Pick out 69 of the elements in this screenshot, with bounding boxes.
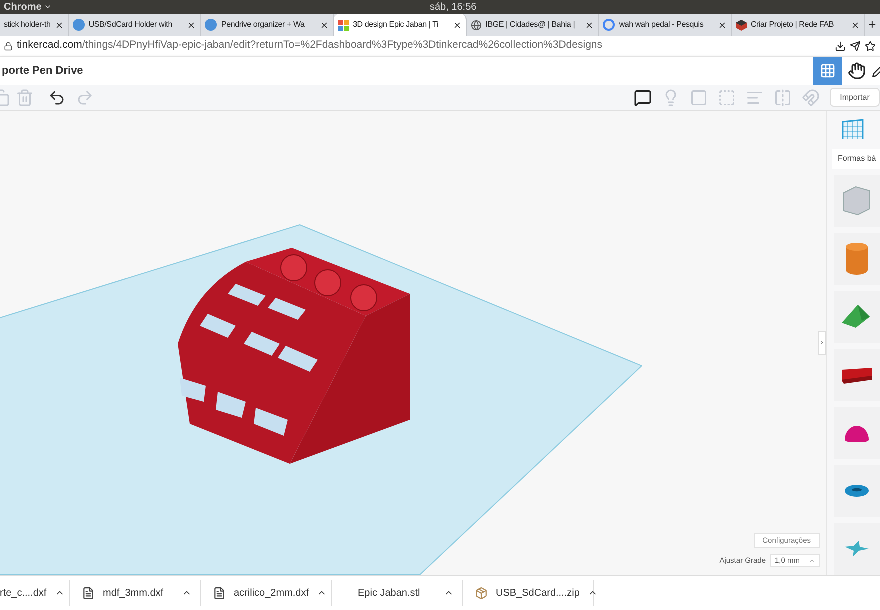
site-icon [205,19,218,31]
lock-icon [4,42,13,50]
file-icon [82,586,95,600]
tab-title: 3D design Epic Jaban | Ti [353,19,440,31]
grid-panel-icon[interactable] [842,119,864,139]
half-sphere-shape-icon [844,424,870,442]
undo-icon[interactable] [48,88,66,106]
shape-tile[interactable] [834,465,880,517]
archive-icon [475,586,488,600]
shape-tile[interactable] [834,349,880,401]
import-button[interactable]: Importar [830,88,880,107]
close-icon[interactable] [320,20,330,30]
download-item[interactable]: acrilico_2mm.dxf [201,580,332,606]
design-title[interactable]: porte Pen Drive [0,62,813,80]
download-item[interactable]: rte_c....dxf [0,580,70,606]
tab-title: Criar Projeto | Rede FAB [750,19,836,31]
close-icon[interactable] [54,20,64,30]
clock: sáb, 16:56 [430,0,477,14]
close-icon[interactable] [187,20,196,30]
torus-shape-icon [844,484,870,498]
shapes-category-header[interactable]: Formas bá [832,149,880,169]
file-name: acrilico_2mm.dxf [234,586,310,600]
tab-title: wah wah pedal - Pesquis [619,19,705,31]
cube-icon [736,20,747,30]
shape-tile[interactable] [834,523,880,575]
globe-icon [470,20,482,30]
tab-title: IBGE | Cidades@ | Bahia | [486,19,576,31]
send-icon[interactable] [850,40,861,52]
pen-drive-holder-model-drawing[interactable] [176,248,412,466]
shape-tile[interactable] [834,175,880,227]
file-name: USB_SdCard....zip [496,586,580,600]
grid-view-button[interactable] [813,56,842,86]
chevron-icon [819,339,825,347]
caret-icon [809,558,815,564]
download-item[interactable]: mdf_3mm.dxf [70,580,201,606]
close-icon[interactable] [850,20,860,30]
shape-tile[interactable] [834,407,880,459]
roof-shape-icon [842,305,872,329]
hand-icon[interactable] [848,62,866,80]
text-shape-icon [842,366,872,384]
caret-icon [44,3,52,11]
site-icon [72,19,85,31]
shape-tile[interactable] [834,291,880,343]
grid-icon [820,63,836,79]
bookmark-star-icon[interactable] [865,40,876,52]
cylinder-shape-icon [845,242,869,276]
new-tab-button[interactable]: + [864,14,880,36]
tab-title: USB/SdCard Holder with [88,19,174,31]
close-icon[interactable] [452,20,462,30]
app-menu[interactable]: Chrome [4,0,52,14]
download-item[interactable]: Epic Jaban.stl [332,580,463,606]
browser-tab[interactable]: 3D design Epic Jaban | Ti [334,14,467,36]
tab-title: stick holder-th [4,19,51,31]
file-name: mdf_3mm.dxf [103,586,165,600]
close-icon[interactable] [585,20,594,30]
box-shape-icon [842,185,872,217]
shape-tile[interactable] [834,233,880,285]
tiles-icon [338,20,350,30]
url-text[interactable]: tinkercad.com/things/4DPnyHfiVap-epic-jaban/edit?returnTo=%2Fdashboard%3Ftype%3Dtinkercad%26collection%3Ddesigns [17,38,831,54]
star-shape-icon [845,541,869,557]
file-name: Epic Jaban.stl [357,586,422,600]
notes-icon[interactable] [634,88,652,106]
close-icon[interactable] [718,20,727,30]
g-logo-icon [603,19,616,31]
download-item[interactable]: USB_SdCard....zip [463,580,594,606]
file-icon [213,586,226,600]
file-name: rte_c....dxf [0,586,47,600]
install-icon[interactable] [835,40,846,52]
tab-title: Pendrive organizer + Wa [221,19,306,31]
